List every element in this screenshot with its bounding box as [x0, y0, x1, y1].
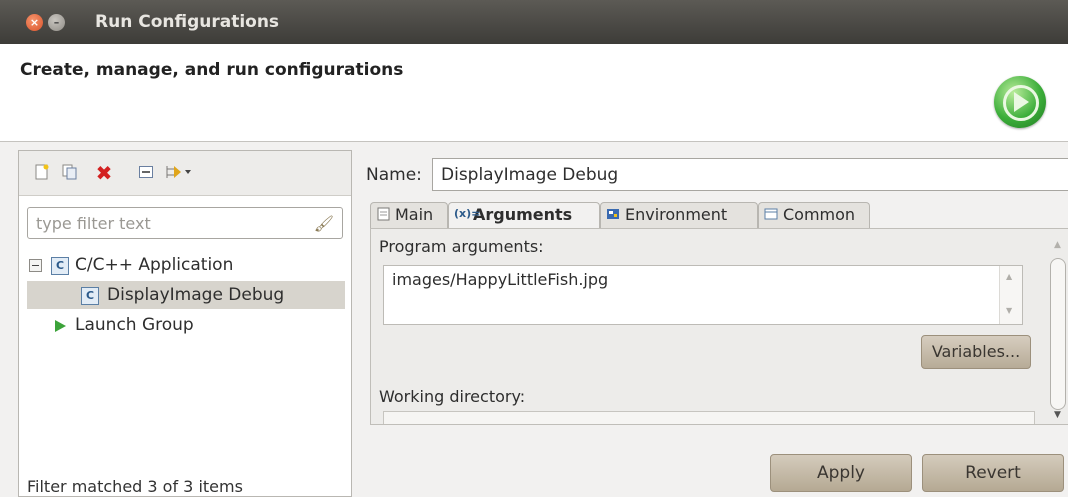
minimize-window-button[interactable]: –: [48, 14, 65, 31]
tab-environment[interactable]: Environment: [600, 202, 758, 228]
working-directory-group: [383, 411, 1035, 424]
apply-button[interactable]: Apply: [770, 454, 912, 492]
c-app-icon: C: [81, 287, 99, 305]
name-input[interactable]: DisplayImage Debug: [432, 158, 1068, 191]
common-tab-icon: [764, 207, 778, 221]
environment-tab-icon: [606, 207, 620, 221]
revert-button[interactable]: Revert: [922, 454, 1064, 492]
tab-label: Arguments: [473, 205, 573, 224]
arguments-tab-content: Program arguments: images/HappyLittleFis…: [370, 228, 1068, 425]
tree-item-launch-group[interactable]: Launch Group: [27, 311, 347, 339]
working-directory-label: Working directory:: [379, 387, 526, 406]
scroll-up-icon[interactable]: ▲: [1054, 240, 1061, 250]
tree-item-label: Launch Group: [75, 315, 194, 335]
title-bar: × – Run Configurations: [0, 0, 1068, 44]
name-label: Name:: [366, 165, 422, 185]
collapse-all-icon[interactable]: [137, 164, 155, 182]
program-arguments-scrollbar[interactable]: ▲ ▼: [999, 266, 1022, 324]
tab-arguments[interactable]: (x)= Arguments: [448, 202, 600, 228]
clear-filter-icon[interactable]: 🖌: [314, 214, 334, 233]
arguments-tab-icon: (x)=: [454, 207, 481, 220]
tab-common[interactable]: Common: [758, 202, 870, 228]
program-arguments-label: Program arguments:: [379, 237, 544, 256]
new-config-icon[interactable]: [33, 164, 51, 182]
program-arguments-value: images/HappyLittleFish.jpg: [392, 270, 609, 289]
tree-item-displayimage-debug[interactable]: C DisplayImage Debug: [27, 281, 345, 309]
name-value: DisplayImage Debug: [441, 165, 619, 185]
tree-item-label: C/C++ Application: [75, 255, 234, 275]
variables-button[interactable]: Variables...: [921, 335, 1031, 369]
configuration-list-panel: ✖ type filter text 🖌 C C/C++ Application…: [18, 150, 352, 497]
close-window-button[interactable]: ×: [26, 14, 43, 31]
scroll-down-icon[interactable]: ▼: [1006, 306, 1012, 315]
duplicate-icon[interactable]: [61, 164, 79, 182]
filter-icon[interactable]: [163, 164, 195, 182]
delete-icon[interactable]: ✖: [95, 163, 113, 183]
dialog-heading: Create, manage, and run configurations: [20, 60, 404, 80]
run-icon: [994, 76, 1046, 128]
tab-label: Environment: [625, 205, 728, 224]
window-title: Run Configurations: [95, 12, 280, 32]
c-app-icon: C: [51, 257, 69, 275]
configuration-editor: Name: DisplayImage Debug Main (x)= Argum…: [358, 150, 1068, 497]
collapse-toggle-icon[interactable]: [29, 259, 42, 272]
dialog-header: Create, manage, and run configurations: [0, 44, 1068, 142]
tree-item-cpp-application[interactable]: C C/C++ Application: [27, 251, 347, 279]
tab-label: Main: [395, 205, 434, 224]
filter-input[interactable]: type filter text 🖌: [27, 207, 343, 239]
editor-scrollbar[interactable]: ▲ ▼: [1048, 232, 1068, 427]
tree-item-label: DisplayImage Debug: [107, 285, 285, 305]
configuration-toolbar: ✖: [19, 151, 351, 196]
scroll-thumb[interactable]: [1050, 258, 1066, 410]
filter-status: Filter matched 3 of 3 items: [27, 477, 243, 496]
launch-group-icon: [55, 320, 66, 332]
tab-label: Common: [783, 205, 856, 224]
scroll-up-icon[interactable]: ▲: [1006, 272, 1012, 281]
filter-placeholder: type filter text: [36, 214, 151, 233]
scroll-down-icon[interactable]: ▼: [1054, 410, 1061, 420]
program-arguments-input[interactable]: images/HappyLittleFish.jpg ▲ ▼: [383, 265, 1023, 325]
main-tab-icon: [376, 207, 390, 221]
tab-main[interactable]: Main: [370, 202, 448, 228]
